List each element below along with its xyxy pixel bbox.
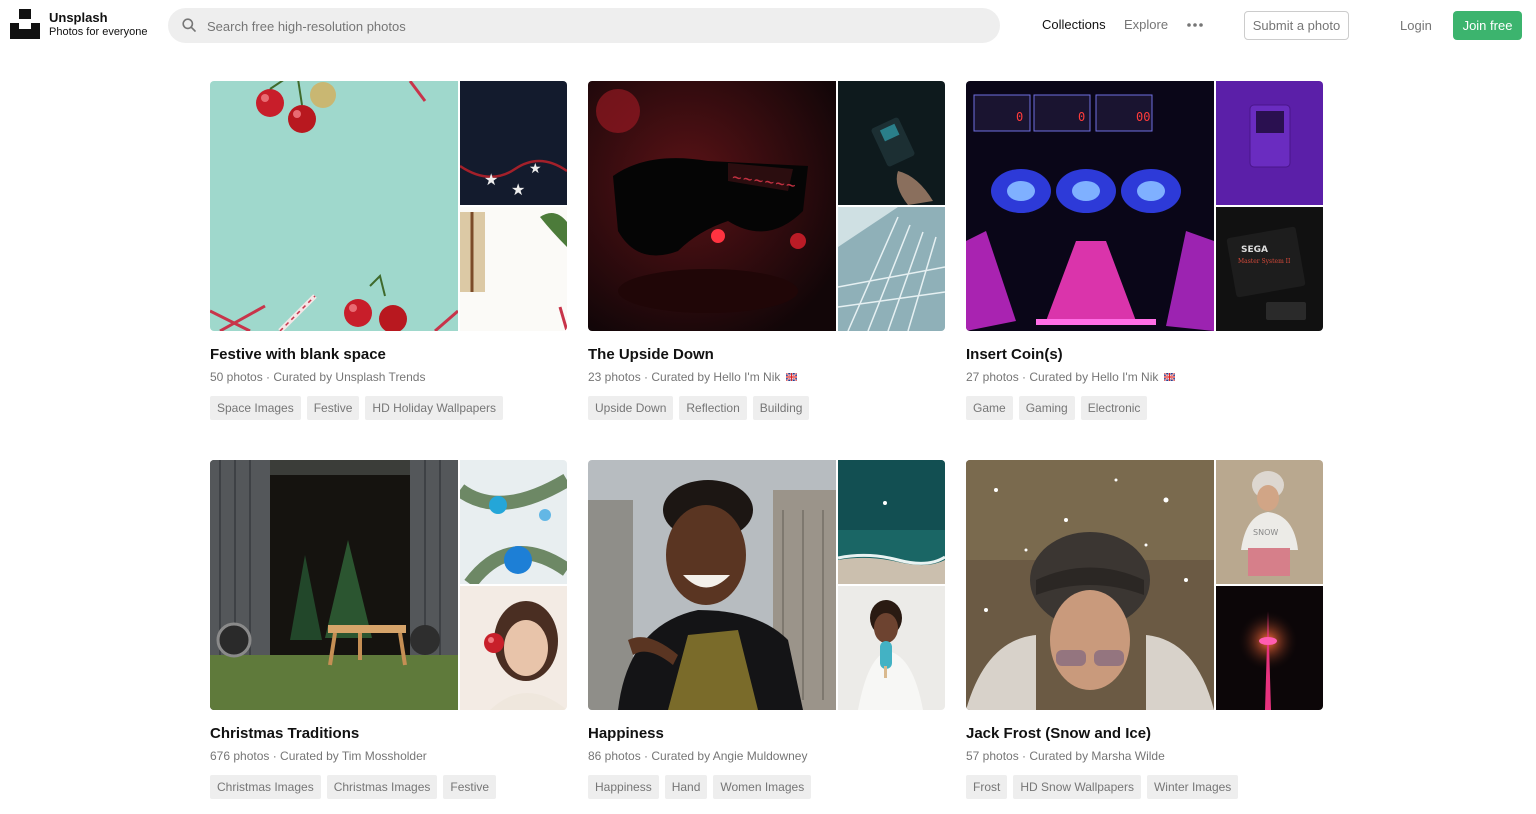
photo-woman-beanie-snow[interactable]	[966, 460, 1214, 710]
collection-cover[interactable]	[588, 460, 945, 710]
unsplash-logo-icon[interactable]	[10, 9, 40, 39]
photo-barn-trees[interactable]	[210, 460, 458, 710]
collection-title[interactable]: Insert Coin(s)	[966, 346, 1323, 363]
svg-text:00: 00	[1136, 110, 1150, 124]
svg-text:★: ★	[529, 161, 542, 177]
svg-text:SNOW: SNOW	[1253, 528, 1278, 537]
tag[interactable]: Gaming	[1018, 396, 1075, 420]
join-free-button[interactable]: Join free	[1453, 11, 1522, 40]
svg-text:0: 0	[1078, 110, 1085, 124]
tag[interactable]: Women Images	[713, 775, 812, 799]
tag[interactable]: Upside Down	[588, 396, 674, 420]
photo-woman-let-it-snow[interactable]: SNOW	[1216, 460, 1323, 584]
nav-collections[interactable]: Collections	[1042, 17, 1106, 32]
tag[interactable]: Building	[752, 396, 810, 420]
tag-list: Game Gaming Electronic	[966, 396, 1323, 420]
photo-gameboy-purple[interactable]	[1216, 81, 1323, 205]
collection-card-upside-down: ~~~~~~ The Upside Down 23 photos · Curat…	[588, 81, 945, 420]
tag-list: Space Images Festive HD Holiday Wallpape…	[210, 396, 567, 420]
uk-flag-icon	[786, 373, 797, 381]
photo-blue-ornaments[interactable]	[460, 460, 567, 584]
photo-sega-console[interactable]: SEGA Master System II	[1216, 207, 1323, 331]
photo-woman-popsicle[interactable]	[838, 586, 945, 710]
photo-ornaments-mint[interactable]	[210, 81, 458, 331]
tag[interactable]: Festive	[306, 396, 360, 420]
search-input[interactable]	[205, 8, 969, 45]
photo-star-garland[interactable]: ★ ★ ★	[460, 81, 567, 205]
nav-explore[interactable]: Explore	[1124, 17, 1168, 32]
collection-card-jack-frost: SNOW Jack Frost (Snow and Ice) 57 photos…	[966, 460, 1323, 799]
tag[interactable]: Happiness	[588, 775, 659, 799]
tag[interactable]: Winter Images	[1146, 775, 1239, 799]
collection-cover[interactable]	[210, 460, 567, 710]
tag[interactable]: Reflection	[679, 396, 747, 420]
collection-cover[interactable]: SNOW	[966, 460, 1323, 710]
svg-text:0: 0	[1016, 110, 1023, 124]
tag[interactable]: Christmas Images	[210, 775, 321, 799]
collection-title[interactable]: Festive with blank space	[210, 346, 567, 363]
tag[interactable]: Space Images	[210, 396, 301, 420]
collection-meta: 57 photos · Curated by Marsha Wilde	[966, 749, 1165, 763]
collection-meta-text: 27 photos · Curated by Hello I'm Nik	[966, 370, 1159, 384]
search-bar[interactable]	[168, 8, 1000, 45]
tag[interactable]: Game	[966, 396, 1013, 420]
collection-meta: 27 photos · Curated by Hello I'm Nik	[966, 370, 1323, 384]
tag-list: Frost HD Snow Wallpapers Winter Images	[966, 775, 1323, 799]
svg-text:SEGA: SEGA	[1241, 245, 1268, 255]
collection-card-happiness: Happiness 86 photos · Curated by Angie M…	[588, 460, 945, 799]
tag-list: Christmas Images Christmas Images Festiv…	[210, 775, 567, 799]
tag[interactable]: Hand	[664, 775, 708, 799]
photo-arcade-machines[interactable]: 0 0 00	[966, 81, 1214, 331]
collection-meta: 23 photos · Curated by Hello I'm Nik	[588, 370, 945, 384]
photo-girl-ornament[interactable]	[460, 586, 567, 710]
top-navbar: Unsplash Photos for everyone Collections…	[0, 0, 1536, 50]
tag-list: Happiness Hand Women Images	[588, 775, 945, 799]
photo-laughing-woman[interactable]	[588, 460, 836, 710]
collection-card-insert-coins: 0 0 00 SEGA Master System II Insert Coin…	[966, 81, 1323, 420]
svg-text:★: ★	[484, 170, 498, 189]
tag[interactable]: Christmas Images	[326, 775, 438, 799]
collection-card-festive: ★ ★ ★ Festive with blank space 50 photos…	[210, 81, 567, 420]
uk-flag-icon	[1164, 373, 1175, 381]
photo-phone-hand[interactable]	[838, 81, 945, 205]
login-link[interactable]: Login	[1400, 18, 1432, 33]
collection-meta: 86 photos · Curated by Angie Muldowney	[588, 749, 808, 763]
collection-cover[interactable]: ~~~~~~	[588, 81, 945, 331]
brand-name: Unsplash	[49, 10, 108, 25]
photo-gift-wrap[interactable]	[460, 207, 567, 331]
collection-cover[interactable]: ★ ★ ★	[210, 81, 567, 331]
collection-meta-text: 23 photos · Curated by Hello I'm Nik	[588, 370, 781, 384]
collection-title[interactable]: Jack Frost (Snow and Ice)	[966, 725, 1323, 742]
collection-card-christmas-traditions: Christmas Traditions 676 photos · Curate…	[210, 460, 567, 799]
brand[interactable]: Unsplash Photos for everyone	[49, 10, 147, 40]
tag[interactable]: Frost	[966, 775, 1008, 799]
tag[interactable]: Electronic	[1080, 396, 1148, 420]
svg-text:Master System II: Master System II	[1238, 258, 1291, 265]
photo-glass-building[interactable]	[838, 207, 945, 331]
collection-title[interactable]: Happiness	[588, 725, 945, 742]
tag[interactable]: HD Holiday Wallpapers	[365, 396, 504, 420]
photo-ocean-aerial[interactable]	[838, 460, 945, 584]
photo-sunglasses[interactable]: ~~~~~~	[588, 81, 836, 331]
collection-meta: 676 photos · Curated by Tim Mossholder	[210, 749, 427, 763]
tag-list: Upside Down Reflection Building	[588, 396, 945, 420]
search-icon[interactable]	[182, 18, 196, 32]
collection-meta: 50 photos · Curated by Unsplash Trends	[210, 370, 426, 384]
photo-cn-tower-night[interactable]	[1216, 586, 1323, 710]
collection-title[interactable]: The Upside Down	[588, 346, 945, 363]
collection-title[interactable]: Christmas Traditions	[210, 725, 567, 742]
brand-tagline: Photos for everyone	[49, 26, 148, 38]
tag[interactable]: Festive	[443, 775, 497, 799]
more-icon[interactable]	[1186, 22, 1204, 28]
tag[interactable]: HD Snow Wallpapers	[1013, 775, 1141, 799]
collection-cover[interactable]: 0 0 00 SEGA Master System II	[966, 81, 1323, 331]
svg-text:★: ★	[511, 180, 525, 199]
submit-photo-button[interactable]: Submit a photo	[1244, 11, 1349, 40]
